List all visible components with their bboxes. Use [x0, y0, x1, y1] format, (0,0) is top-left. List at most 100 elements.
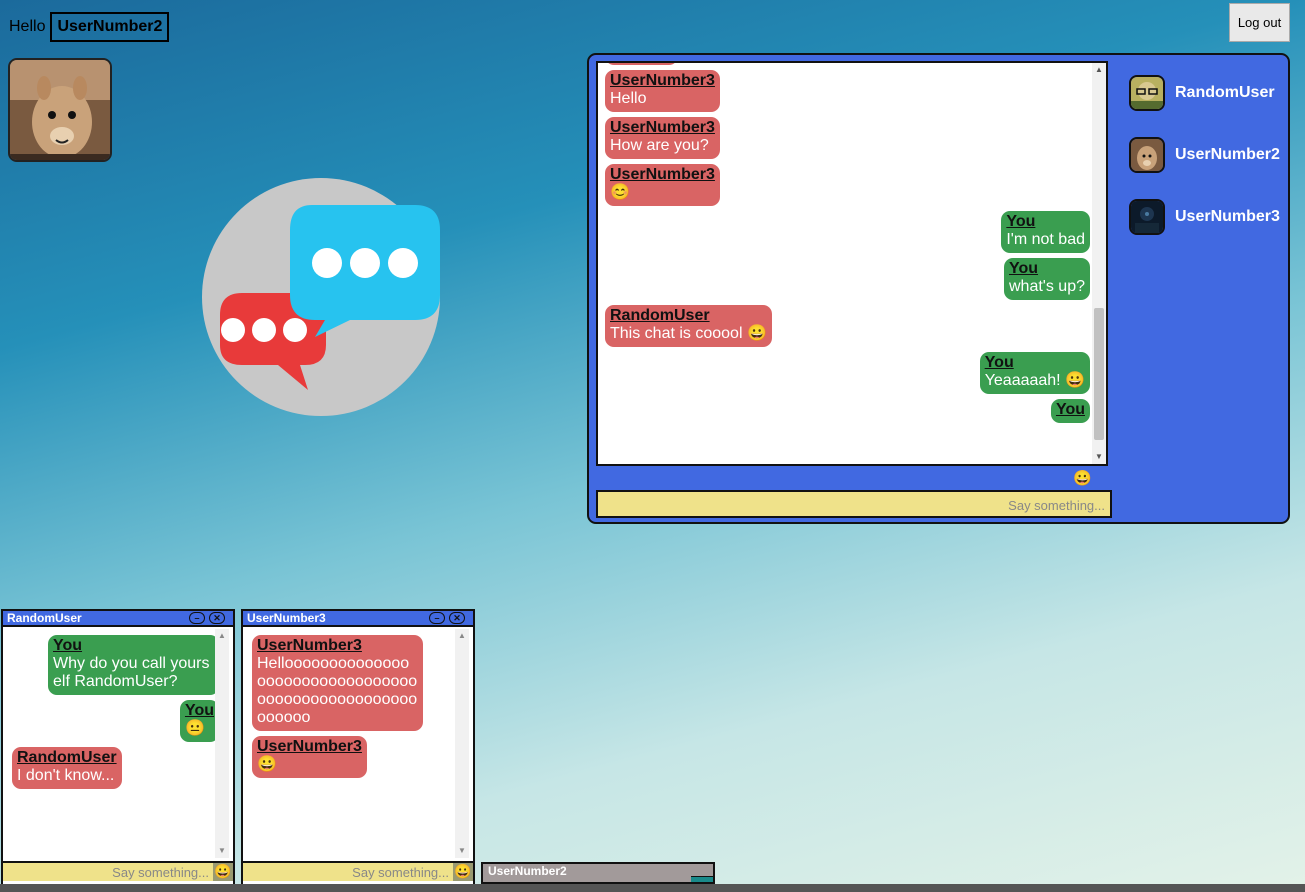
message-list: debeljavi UserNumber3HelloUserNumber3How…	[598, 63, 1090, 428]
message-scrollbar[interactable]: ▲ ▼	[1092, 63, 1106, 464]
greeting-text: Hello	[9, 18, 46, 35]
message-bubble: You what's up?	[1004, 258, 1090, 300]
message-bubble: UserNumber3 Hello	[605, 70, 720, 112]
message-text: 😀	[257, 756, 277, 773]
message-row: UserNumber3 Hello	[605, 70, 1090, 117]
message-row: You Yeaaaaah! 😀	[605, 352, 1090, 399]
minimized-chat-usernumber2[interactable]: UserNumber2	[481, 862, 715, 884]
mini-chat-body: UserNumber3 Hellooooooooooooooooooooooooo…	[243, 629, 473, 860]
message-bubble: UserNumber3 😀	[252, 736, 367, 778]
message-row: debeljavi	[605, 63, 1090, 70]
message-bubble: UserNumber3 😊	[605, 164, 720, 206]
chat-logo-icon	[200, 175, 445, 420]
scroll-up-icon[interactable]: ▲	[1092, 63, 1106, 77]
user-name: RandomUser	[1175, 84, 1275, 101]
message-sender[interactable]: UserNumber3	[610, 72, 715, 90]
message-row: You	[605, 399, 1090, 428]
scroll-thumb[interactable]	[1094, 308, 1104, 440]
glasses-avatar-icon	[1129, 75, 1165, 111]
message-sender[interactable]: UserNumber3	[257, 738, 362, 756]
mini-message-list: You Why do you call yourself RandomUser? Y…	[3, 629, 219, 794]
message-row: UserNumber3 How are you?	[605, 117, 1090, 164]
message-sender[interactable]: RandomUser	[17, 749, 117, 767]
message-text: 😊	[610, 184, 630, 201]
logout-button[interactable]: Log out	[1229, 3, 1290, 42]
message-text: Yeaaaaah! 😀	[984, 372, 1085, 389]
message-bubble: RandomUser This chat is cooool 😀	[605, 305, 772, 347]
message-area[interactable]: debeljavi UserNumber3HelloUserNumber3How…	[596, 61, 1108, 466]
message-bubble: RandomUser I don't know...	[12, 747, 122, 789]
message-text: Why do you call yourself RandomUser?	[53, 655, 210, 690]
message-text: Hello	[610, 90, 647, 107]
mini-chat-titlebar[interactable]: UserNumber3 – ✕	[243, 611, 473, 627]
user-name: UserNumber3	[1175, 208, 1280, 225]
emoji-picker-icon[interactable]: 😀	[453, 861, 473, 881]
message-sender[interactable]: You	[53, 637, 214, 655]
user-list-item[interactable]: RandomUser	[1129, 75, 1284, 111]
close-icon[interactable]: ✕	[209, 612, 225, 624]
emoji-picker-icon[interactable]: 😀	[213, 861, 233, 881]
message-bubble: You Yeaaaaah! 😀	[979, 352, 1090, 394]
message-text: 😐	[184, 720, 205, 737]
message-row: You Why do you call yourself RandomUser?	[12, 635, 219, 700]
greeting: Hello UserNumber2	[9, 12, 170, 42]
user-list: RandomUser UserNumber2 UserNumber3	[1129, 75, 1284, 261]
message-sender[interactable]: UserNumber3	[610, 119, 715, 137]
mini-scrollbar[interactable]: ▲ ▼	[455, 629, 469, 858]
minimize-icon[interactable]: –	[189, 612, 205, 624]
message-sender[interactable]: You	[1006, 213, 1085, 231]
message-bubble: You I'm not bad	[1001, 211, 1090, 253]
message-row: You I'm not bad	[605, 211, 1090, 258]
message-text: This chat is cooool 😀	[610, 325, 767, 342]
message-bubble: You 😐	[179, 700, 219, 742]
mini-chat-randomuser: RandomUser – ✕ You Why do you call yourse…	[1, 609, 235, 892]
scroll-up-icon[interactable]: ▲	[215, 629, 229, 643]
user-name: UserNumber2	[1175, 146, 1280, 163]
scroll-down-icon[interactable]: ▼	[215, 844, 229, 858]
message-sender[interactable]: RandomUser	[610, 307, 767, 325]
message-text: I don't know...	[17, 767, 115, 784]
message-sender[interactable]: UserNumber3	[610, 166, 715, 184]
message-bubble: UserNumber3 How are you?	[605, 117, 720, 159]
message-bubble: You Why do you call yourself RandomUser?	[48, 635, 219, 695]
mini-chat-body: You Why do you call yourself RandomUser? Y…	[3, 629, 233, 860]
message-text: How are you?	[610, 137, 709, 154]
mini-chat-usernumber3: UserNumber3 – ✕ UserNumber3 Hellooooooooo…	[241, 609, 475, 892]
mini-chat-titlebar[interactable]: RandomUser – ✕	[3, 611, 233, 627]
message-text: what's up?	[1009, 278, 1085, 295]
minimized-chat-title: UserNumber2	[488, 864, 567, 878]
message-bubble: You	[1050, 399, 1090, 423]
close-icon[interactable]: ✕	[449, 612, 465, 624]
mini-chat-title: UserNumber3	[247, 611, 326, 625]
scroll-up-icon[interactable]: ▲	[455, 629, 469, 643]
mini-message-input[interactable]: Say something...	[3, 861, 213, 881]
message-sender[interactable]: You	[185, 702, 214, 720]
mini-scrollbar[interactable]: ▲ ▼	[215, 629, 229, 858]
scroll-down-icon[interactable]: ▼	[1092, 450, 1106, 464]
user-list-item[interactable]: UserNumber3	[1129, 199, 1284, 235]
message-text: I'm not bad	[1006, 231, 1085, 248]
minimize-icon[interactable]: –	[429, 612, 445, 624]
message-sender[interactable]: You	[985, 354, 1085, 372]
message-row: RandomUser I don't know...	[12, 747, 219, 794]
message-row: UserNumber3 😀	[252, 736, 459, 783]
restore-bar[interactable]	[691, 876, 713, 882]
message-sender[interactable]: UserNumber3	[257, 637, 418, 655]
message-bubble: UserNumber3 Hellooooooooooooooooooooooooo…	[252, 635, 423, 731]
message-row: You what's up?	[605, 258, 1090, 305]
mini-chat-title: RandomUser	[7, 611, 82, 625]
user-list-item[interactable]: UserNumber2	[1129, 137, 1284, 173]
message-row: UserNumber3 Hellooooooooooooooooooooooooo…	[252, 635, 459, 736]
message-sender[interactable]: You	[1009, 260, 1085, 278]
main-chat-panel: debeljavi UserNumber3HelloUserNumber3How…	[587, 53, 1290, 524]
message-sender[interactable]: You	[1056, 401, 1085, 419]
message-bubble: debeljavi	[605, 63, 679, 65]
dark-avatar-icon	[1129, 199, 1165, 235]
scroll-down-icon[interactable]: ▼	[455, 844, 469, 858]
profile-avatar	[8, 58, 112, 162]
emoji-picker-icon[interactable]: 😀	[1073, 470, 1092, 488]
mini-message-list: UserNumber3 Hellooooooooooooooooooooooooo…	[243, 629, 459, 783]
message-input[interactable]: Say something...	[596, 490, 1112, 518]
mini-message-input[interactable]: Say something...	[243, 861, 453, 881]
alpaca-avatar-icon	[1129, 137, 1165, 173]
